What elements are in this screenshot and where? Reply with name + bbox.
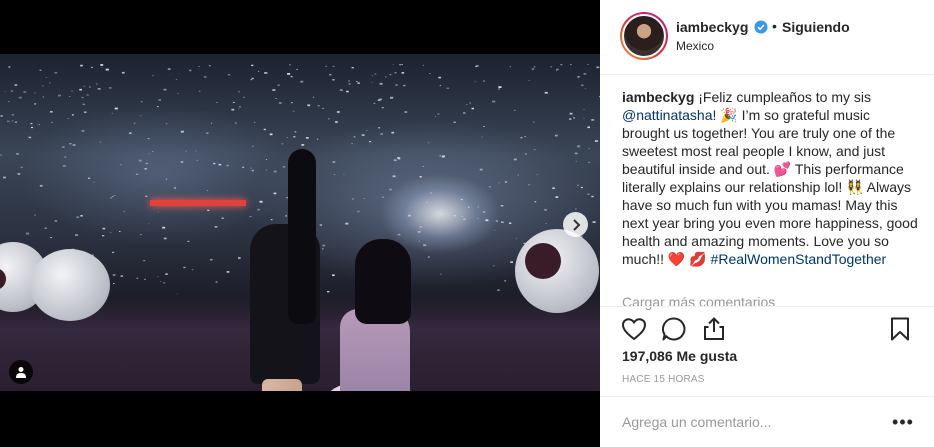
caption-area: iambeckyg ¡Feliz cumpleaños to my sis @n… [622,88,918,304]
balloon-right [515,229,599,313]
action-bar [600,306,934,350]
user-tag-button[interactable] [9,360,33,384]
user-tag-icon [16,367,26,378]
caption-text-1: ¡Feliz cumpleaños to my sis [698,89,871,105]
stage-light [150,200,246,206]
verified-badge-icon [754,20,768,34]
post-panel: iambeckyg • Siguiendo Mexico iambeckyg ¡… [600,0,934,447]
media-area [0,0,600,447]
comment-icon[interactable] [660,315,688,343]
caption-text-2: ! 🎉 I’m so grateful music brought us tog… [622,107,918,267]
share-icon[interactable] [700,315,728,343]
carousel-next-button[interactable] [563,212,588,237]
post-photo[interactable] [0,54,600,391]
post-timestamp[interactable]: HACE 15 HORAS [622,374,705,385]
balloon-left-2 [30,249,110,321]
more-options-button[interactable]: ••• [888,407,918,437]
likes-count[interactable]: 197,086 Me gusta [622,348,737,364]
performer-left-legs [262,379,302,391]
caption: iambeckyg ¡Feliz cumpleaños to my sis @n… [622,88,918,268]
heart-icon[interactable] [620,315,648,343]
header-username[interactable]: iambeckyg [676,19,748,35]
header-separator: • [772,18,777,34]
comment-input[interactable] [622,411,882,433]
instagram-post-modal: iambeckyg • Siguiendo Mexico iambeckyg ¡… [0,0,934,447]
header-location[interactable]: Mexico [676,39,714,53]
performer-right-hair [355,239,411,324]
avatar[interactable] [620,12,668,60]
bookmark-icon[interactable] [886,315,914,343]
chevron-right-icon [572,218,580,231]
caption-mention[interactable]: @nattinatasha [622,107,713,123]
post-header: iambeckyg • Siguiendo Mexico [600,0,934,75]
caption-hashtag[interactable]: #RealWomenStandTogether [711,251,887,267]
comment-bar: ••• [600,396,934,447]
performer-left-hair [288,149,316,324]
caption-username[interactable]: iambeckyg [622,89,694,105]
follow-button[interactable]: Siguiendo [782,19,850,35]
